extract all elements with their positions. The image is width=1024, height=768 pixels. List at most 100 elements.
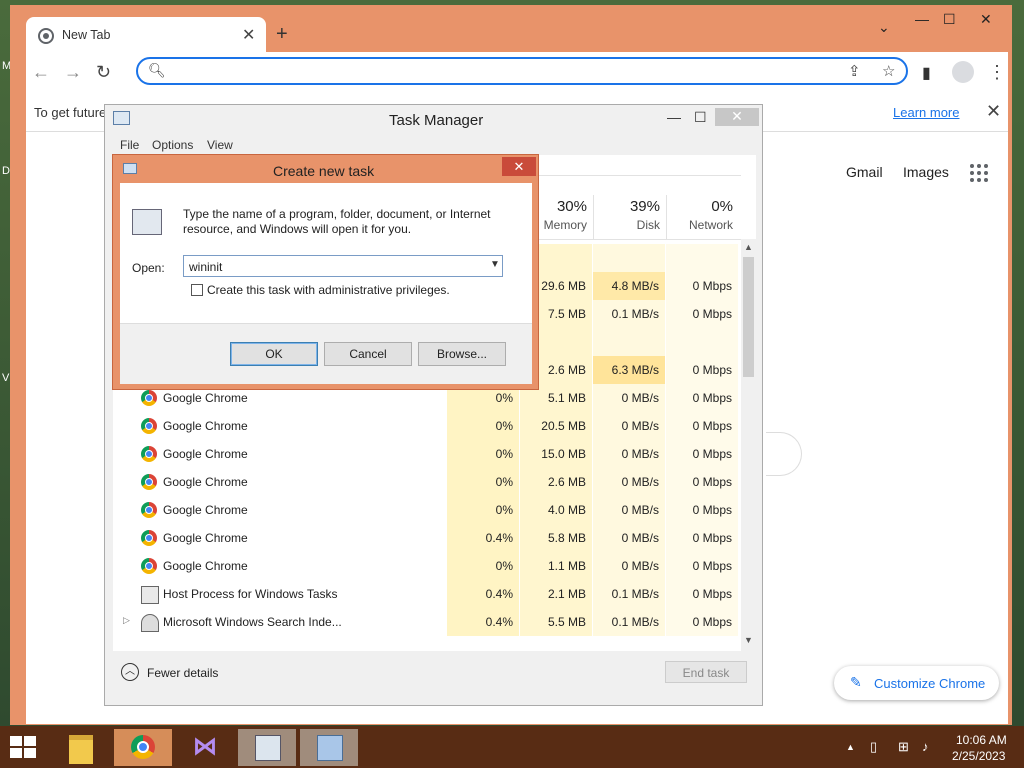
search-indexer-icon (141, 614, 159, 632)
close-button[interactable]: ✕ (715, 108, 759, 126)
chrome-icon (141, 446, 157, 462)
new-tab-button[interactable]: + (276, 23, 288, 46)
admin-privileges-checkbox[interactable] (191, 284, 203, 296)
open-combobox[interactable]: wininit ▼ (183, 255, 503, 277)
network-cell: 0 Mbps (692, 363, 732, 377)
close-button[interactable]: ✕ (980, 11, 992, 28)
browse-button[interactable]: Browse... (418, 342, 506, 366)
back-arrow-icon[interactable]: ← (32, 62, 50, 83)
tray-overflow-icon[interactable]: ▲ (846, 742, 855, 752)
taskbar-chrome[interactable] (114, 729, 172, 766)
dialog-description: Type the name of a program, folder, docu… (183, 207, 491, 236)
address-bar[interactable]: 🔍︎ ⇪ ☆ (136, 57, 908, 85)
chevron-down-icon[interactable]: ▼ (490, 259, 500, 270)
column-header-network[interactable]: 0% Network (666, 195, 739, 239)
close-button[interactable]: ✕ (502, 157, 536, 176)
scrollbar-thumb[interactable] (743, 257, 754, 377)
info-bar-close-icon[interactable]: ✕ (986, 101, 1001, 122)
clock-date[interactable]: 2/25/2023 (952, 749, 1005, 763)
maximize-button[interactable]: ☐ (694, 109, 707, 126)
voice-search-icon[interactable] (766, 432, 802, 476)
images-link[interactable]: Images (903, 164, 949, 180)
info-bar-text: To get future (34, 105, 107, 120)
network-cell: 0 Mbps (692, 307, 732, 321)
forward-arrow-icon[interactable]: → (64, 62, 82, 83)
chrome-icon (141, 558, 157, 574)
network-cell: 0 Mbps (692, 419, 732, 433)
disk-cell: 0 MB/s (621, 475, 659, 489)
menu-view[interactable]: View (207, 138, 233, 152)
chevron-up-icon[interactable]: ︿ (121, 663, 139, 681)
taskbar-task-manager[interactable] (238, 729, 296, 766)
menu-kebab-icon[interactable]: ⋮ (988, 62, 1006, 83)
chrome-icon (141, 390, 157, 406)
network-percent: 0% (711, 198, 733, 215)
host-process-icon (141, 586, 159, 604)
disk-percent: 39% (629, 198, 660, 215)
volume-icon[interactable]: ♪ (922, 739, 929, 754)
process-name: Google Chrome (163, 475, 248, 489)
side-panel-icon[interactable]: ▮ (922, 63, 931, 83)
table-row[interactable]: Google Chrome 0% 4.0 MB 0 MB/s 0 Mbps (113, 496, 741, 524)
network-icon[interactable]: ⊞ (898, 739, 909, 755)
cell-background (666, 244, 738, 272)
table-row[interactable]: Google Chrome 0% 1.1 MB 0 MB/s 0 Mbps (113, 552, 741, 580)
taskbar-run-dialog[interactable] (300, 729, 358, 766)
taskbar-file-explorer[interactable] (52, 729, 110, 766)
cpu-cell: 0.4% (485, 615, 513, 629)
process-name: Google Chrome (163, 503, 248, 517)
scrollbar[interactable]: ▲ ▼ (741, 239, 756, 651)
table-row[interactable]: Google Chrome 0% 20.5 MB 0 MB/s 0 Mbps (113, 412, 741, 440)
column-header-disk[interactable]: 39% Disk (593, 195, 666, 239)
customize-chrome-button[interactable]: ✎ Customize Chrome (834, 666, 999, 700)
scroll-up-icon[interactable]: ▲ (744, 242, 753, 252)
disk-cell: 6.3 MB/s (611, 363, 659, 377)
dialog-titlebar[interactable]: Create new task ✕ (113, 155, 538, 183)
taskbar-visual-studio[interactable]: ⋈ (176, 729, 234, 766)
task-manager-titlebar[interactable]: Task Manager — ☐ ✕ (105, 105, 762, 133)
learn-more-link[interactable]: Learn more (893, 105, 959, 120)
tab-close-icon[interactable]: ✕ (242, 25, 255, 45)
cancel-button[interactable]: Cancel (324, 342, 412, 366)
google-apps-icon[interactable] (970, 164, 988, 182)
tab-search-icon[interactable]: ⌄ (878, 19, 890, 36)
end-task-button[interactable]: End task (665, 661, 747, 683)
gmail-link[interactable]: Gmail (846, 164, 883, 180)
action-center-icon[interactable]: ▯ (870, 739, 877, 755)
network-cell: 0 Mbps (692, 531, 732, 545)
minimize-button[interactable]: — (915, 11, 929, 27)
process-name: Microsoft Windows Search Inde... (163, 615, 342, 629)
menu-file[interactable]: File (120, 138, 139, 152)
maximize-button[interactable]: ☐ (943, 11, 956, 28)
profile-avatar-icon[interactable] (952, 61, 974, 83)
share-icon[interactable]: ⇪ (848, 62, 861, 80)
network-cell: 0 Mbps (692, 503, 732, 517)
table-row[interactable]: Google Chrome 0.4% 5.8 MB 0 MB/s 0 Mbps (113, 524, 741, 552)
menu-options[interactable]: Options (152, 138, 193, 152)
table-row[interactable]: Google Chrome 0% 2.6 MB 0 MB/s 0 Mbps (113, 468, 741, 496)
network-cell: 0 Mbps (692, 279, 732, 293)
start-windows-icon[interactable] (10, 736, 38, 760)
table-row[interactable]: Google Chrome 0% 15.0 MB 0 MB/s 0 Mbps (113, 440, 741, 468)
table-row[interactable]: ▷ Microsoft Windows Search Inde... 0.4% 5.5… (113, 608, 741, 636)
browser-toolbar: ← → ↻ 🔍︎ ⇪ ☆ ▮ ⋮ (26, 52, 1008, 92)
cpu-cell: 0% (495, 503, 513, 517)
dialog-title: Create new task (273, 163, 375, 179)
disk-label: Disk (636, 218, 660, 232)
expand-chevron-icon[interactable]: ▷ (123, 615, 130, 626)
ok-button[interactable]: OK (230, 342, 318, 366)
network-cell: 0 Mbps (692, 475, 732, 489)
admin-privileges-label[interactable]: Create this task with administrative pri… (207, 283, 450, 297)
table-row[interactable]: Host Process for Windows Tasks 0.4% 2.1 MB… (113, 580, 741, 608)
tab-new-tab[interactable]: New Tab ✕ (26, 17, 266, 57)
network-cell: 0 Mbps (692, 559, 732, 573)
scroll-down-icon[interactable]: ▼ (744, 635, 753, 645)
taskbar: ⋈ ▲ ▯ ⊞ ♪ 10:06 AM 2/25/2023 (0, 726, 1024, 768)
task-manager-icon (255, 735, 281, 761)
clock-time[interactable]: 10:06 AM (956, 733, 1007, 747)
minimize-button[interactable]: — (667, 109, 681, 125)
bookmark-star-icon[interactable]: ☆ (882, 62, 895, 80)
memory-cell: 20.5 MB (541, 419, 586, 433)
fewer-details-link[interactable]: Fewer details (147, 666, 218, 680)
reload-icon[interactable]: ↻ (96, 62, 111, 83)
